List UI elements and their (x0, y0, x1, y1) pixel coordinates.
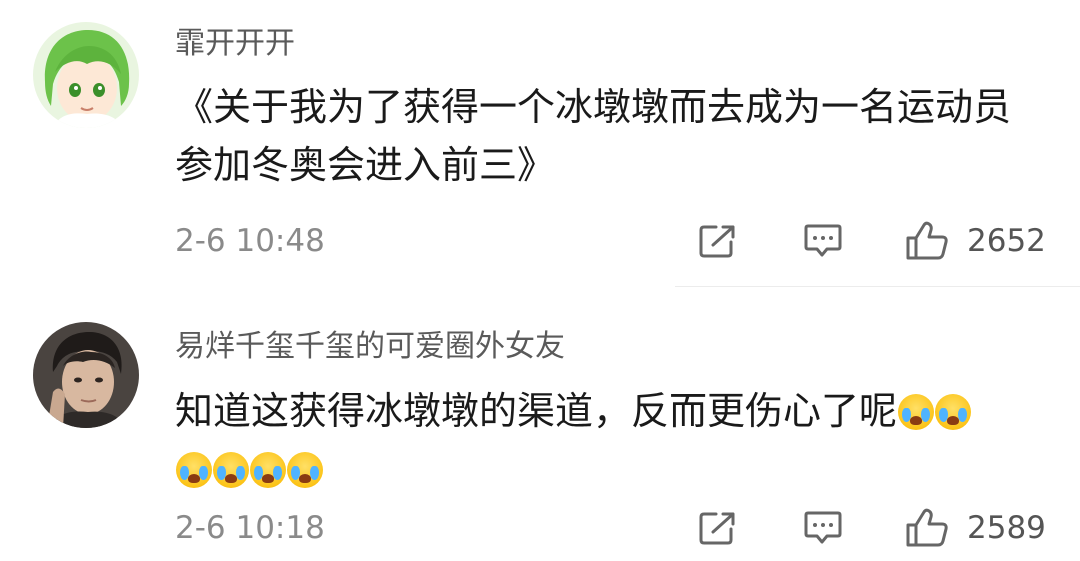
share-button[interactable] (698, 510, 738, 546)
comment-time: 2-6 10:48 (175, 223, 325, 259)
like-count: 2652 (967, 223, 1046, 259)
comment-time: 2-6 10:18 (175, 510, 325, 546)
username[interactable]: 易烊千玺千玺的可爱圈外女友 (175, 327, 565, 367)
comment-footer: 2-6 10:48 2652 (0, 219, 1080, 263)
like-count: 2589 (967, 510, 1046, 546)
avatar[interactable] (33, 22, 139, 128)
comment-item: 霏开开开 《关于我为了获得一个冰墩墩而去成为一名运动员参加冬奥会进入前三》 2-… (0, 0, 1080, 286)
thumbs-up-icon (906, 221, 948, 260)
crying-face-emoji-icon (176, 452, 212, 488)
share-icon (699, 225, 735, 258)
comment-footer: 2-6 10:18 2589 (0, 506, 1080, 550)
comment-icon (804, 511, 842, 544)
avatar[interactable] (33, 322, 139, 428)
reply-button[interactable] (803, 223, 843, 259)
person-avatar-icon (33, 322, 139, 428)
comment-icon (804, 224, 842, 257)
crying-face-emoji-icon (287, 452, 323, 488)
comment-item: 易烊千玺千玺的可爱圈外女友 知道这获得冰墩墩的渠道，反而更伤心了呢 2-6 10… (0, 287, 1080, 561)
username[interactable]: 霏开开开 (175, 24, 295, 64)
crying-face-emoji-icon (250, 452, 286, 488)
crying-face-emoji-icon (935, 394, 972, 430)
reply-button[interactable] (803, 510, 843, 546)
like-button[interactable]: 2589 (905, 506, 1046, 550)
comment-text: 知道这获得冰墩墩的渠道，反而更伤心了呢 (175, 382, 1035, 498)
like-button[interactable]: 2652 (905, 219, 1046, 263)
crying-face-emoji-icon (213, 452, 249, 488)
crying-face-emoji-icon (898, 394, 935, 430)
share-button[interactable] (698, 223, 738, 259)
share-icon (699, 512, 735, 545)
comment-text: 《关于我为了获得一个冰墩墩而去成为一名运动员参加冬奥会进入前三》 (175, 85, 1012, 187)
thumbs-up-icon (906, 508, 948, 547)
comment-text-content: 知道这获得冰墩墩的渠道，反而更伤心了呢 (175, 389, 898, 433)
anime-avatar-icon (33, 22, 139, 128)
